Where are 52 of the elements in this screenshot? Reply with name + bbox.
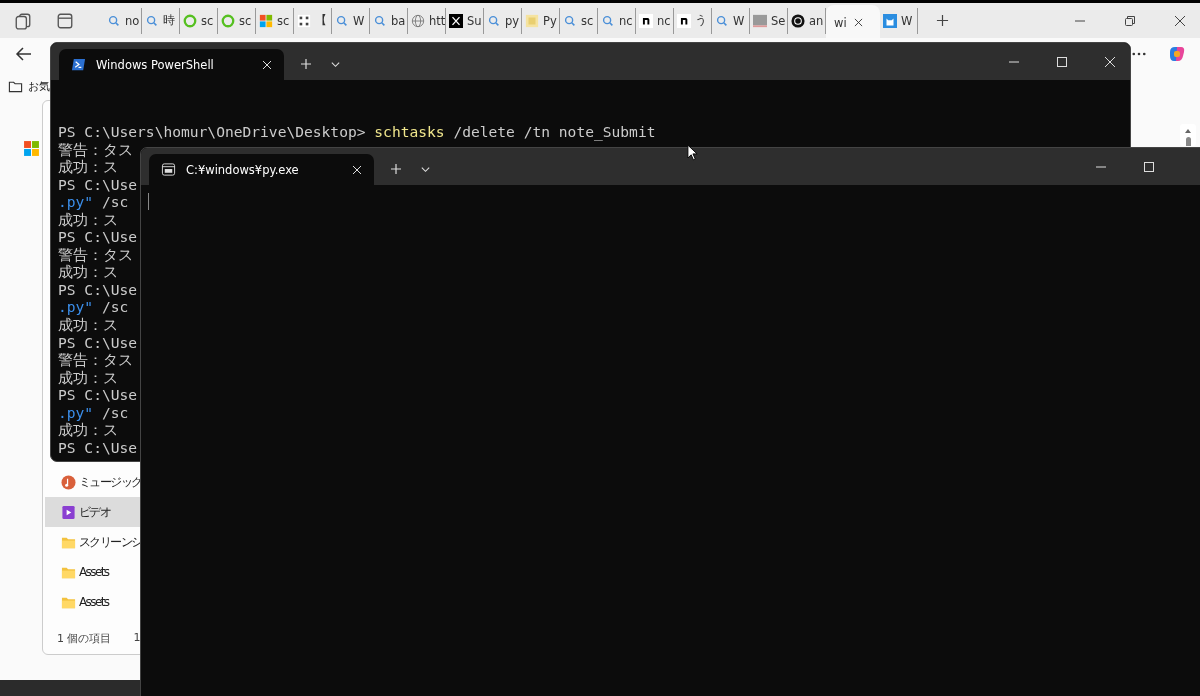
command-text: schtasks [374,123,445,140]
browser-tab[interactable]: W [712,7,750,34]
output-text: PS C:\Use [58,280,138,298]
string-text: .py" [58,403,94,421]
browser-tab[interactable]: sc [256,7,294,34]
output-text: /sc [100,403,129,421]
browser-tab[interactable]: う [674,7,712,34]
navigation-item[interactable]: Assets [45,587,140,617]
output-text: 成功：ス [58,368,118,386]
status-text: 1 個の項目 [57,631,112,646]
output-text: PS C:\Use [58,175,138,193]
output-text: 成功：ス [58,316,118,333]
output-text: 警告：タス [58,140,133,158]
browser-tab[interactable]: nc [598,7,636,34]
string-text: .py" [58,298,94,316]
browser-tab[interactable]: Se [750,7,788,34]
browser-tab[interactable]: sc [560,7,598,34]
output-text: 警告：タス [58,351,133,369]
output-text: 成功：ス [58,263,118,281]
output-text: 警告：タス [58,245,133,263]
output-text: PS C:\Use [58,333,138,351]
browser-tab[interactable]: sc [218,7,256,34]
browser-tab[interactable]: no [104,7,142,34]
browser-tab[interactable]: py [484,7,522,34]
navigation-item[interactable]: ビデオ [45,497,140,527]
browser-tab[interactable]: 時 [142,7,180,34]
browser-tab[interactable]: nc [636,7,674,34]
browser-tab[interactable]: ba [370,7,408,34]
output-text: /sc [100,193,129,211]
string-text: .py" [58,193,94,211]
browser-tab[interactable]: wi [826,4,880,41]
terminal-tab[interactable]: Windows PowerShell [59,49,284,80]
browser-tab[interactable]: sc [180,7,218,34]
output-text: 成功：ス [58,158,118,176]
browser-tab[interactable]: Py [522,7,560,34]
browser-tab[interactable]: W [332,7,370,34]
browser-tab[interactable]: 【 [294,7,332,34]
output-text: PS C:\Use [58,228,138,246]
output-text: PS C:\Use [58,386,138,404]
output-text: 成功：ス [58,210,118,228]
status-text: 1 [133,631,141,646]
terminal-tab[interactable]: C:¥windows¥py.exe [149,154,374,185]
browser-tab[interactable]: W [880,7,918,34]
prompt-text: PS C:\Users\homur\OneDrive\Desktop> [58,123,367,140]
browser-tab[interactable]: Su [446,7,484,34]
favorites-label[interactable]: お気 [28,79,50,94]
navigation-item[interactable]: Assets [45,557,140,587]
output-text: 成功：ス [58,421,118,439]
output-text: /sc [100,298,129,316]
output-text: PS C:\Use [58,438,138,456]
command-arguments: /delete /tn note_Submit [452,123,656,140]
browser-tab[interactable]: htt [408,7,446,34]
